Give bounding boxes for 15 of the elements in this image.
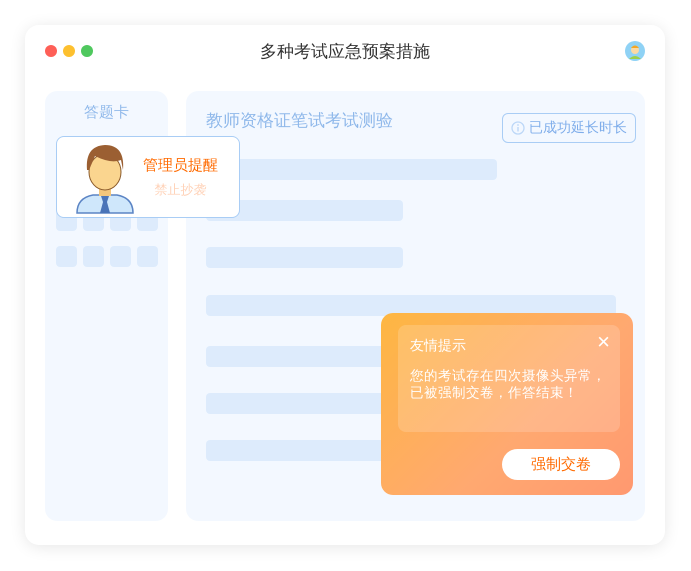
maximize-window-button[interactable]: [81, 45, 93, 57]
user-avatar-icon[interactable]: [625, 41, 645, 61]
notice-text: 已成功延长时长: [529, 119, 627, 137]
window-title: 多种考试应急预案措施: [259, 41, 431, 63]
close-window-button[interactable]: [45, 45, 57, 57]
warning-message: 您的考试存在四次摄像头异常，已被强制交卷，作答结束！: [410, 368, 607, 402]
exam-title: 教师资格证笔试考试测验: [206, 110, 393, 132]
force-submit-button[interactable]: 强制交卷: [502, 449, 620, 480]
warning-title: 友情提示: [410, 337, 466, 355]
answer-sheet-title: 答题卡: [83, 103, 130, 123]
info-icon: [511, 121, 525, 135]
close-button[interactable]: ×: [597, 331, 610, 353]
admin-reminder-title: 管理员提醒: [143, 156, 218, 174]
admin-reminder-subtitle: 禁止抄袭: [154, 182, 206, 198]
minimize-window-button[interactable]: [63, 45, 75, 57]
